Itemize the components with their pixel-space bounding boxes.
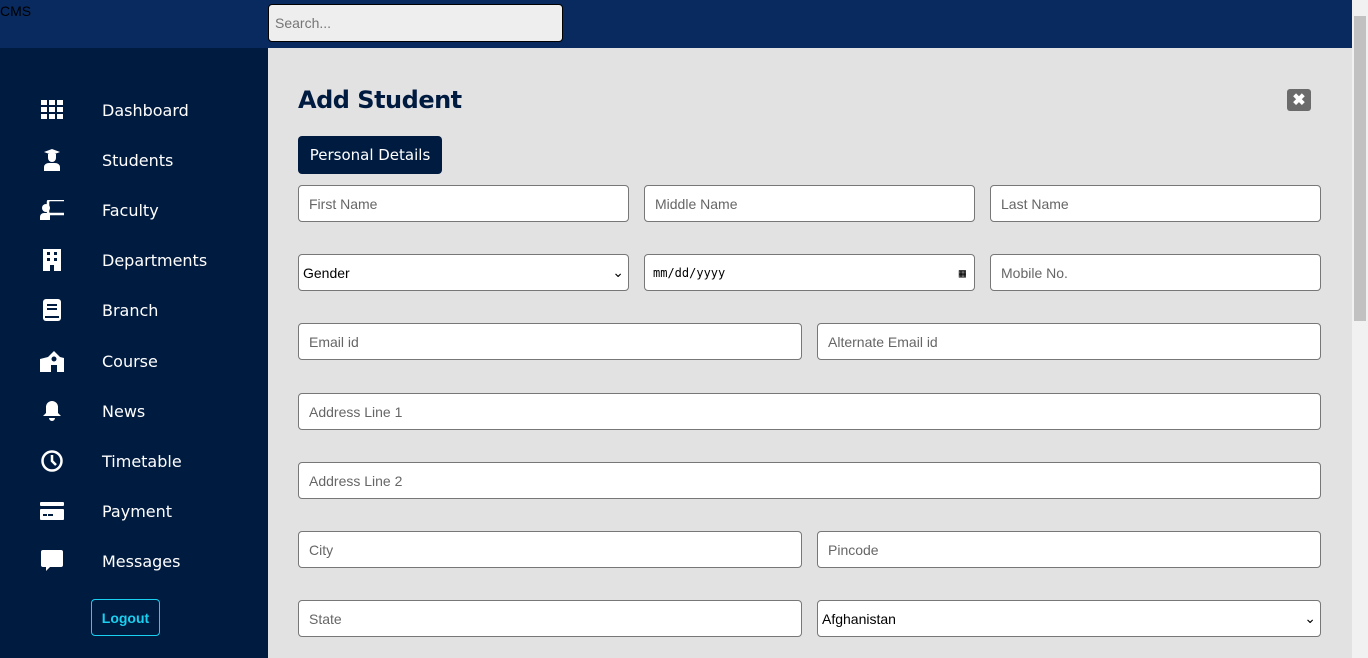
first-name-input[interactable]: First Name	[298, 185, 629, 222]
graduate-icon	[40, 148, 64, 172]
country-value: Afghanistan	[822, 610, 896, 627]
credit-card-icon	[40, 499, 64, 523]
alt-email-input[interactable]: Alternate Email id	[817, 323, 1321, 360]
bell-icon	[40, 399, 64, 423]
sidebar-item-students[interactable]: Students	[0, 140, 268, 180]
tab-personal-details[interactable]: Personal Details	[298, 136, 442, 174]
sidebar-item-label: Branch	[102, 300, 159, 320]
gender-select[interactable]: Gender ⌄	[298, 254, 629, 291]
teacher-icon	[40, 198, 64, 222]
sidebar-item-label: Departments	[102, 250, 208, 270]
sidebar-item-label: Messages	[102, 551, 181, 571]
chevron-down-icon: ⌄	[1304, 610, 1316, 626]
dob-value: mm/dd/yyyy	[653, 265, 726, 280]
sidebar-item-label: Students	[102, 150, 174, 170]
state-input[interactable]: State	[298, 600, 802, 637]
sidebar-item-label: Payment	[102, 501, 173, 521]
chevron-down-icon: ⌄	[612, 264, 624, 280]
pincode-input[interactable]: Pincode	[817, 531, 1321, 568]
search-input[interactable]	[268, 4, 563, 42]
sidebar-item-timetable[interactable]: Timetable	[0, 441, 268, 481]
sidebar-item-label: Timetable	[102, 451, 182, 471]
school-icon	[40, 349, 64, 373]
sidebar-item-label: Faculty	[102, 200, 159, 220]
logout-button[interactable]: Logout	[91, 599, 160, 636]
brand: CMS	[0, 3, 32, 19]
sidebar-item-departments[interactable]: Departments	[0, 240, 268, 280]
building-icon	[40, 248, 64, 272]
address-line-2-input[interactable]: Address Line 2	[298, 462, 1321, 499]
last-name-input[interactable]: Last Name	[990, 185, 1321, 222]
sidebar-item-label: Dashboard	[102, 100, 189, 120]
email-input[interactable]: Email id	[298, 323, 802, 360]
address-line-1-input[interactable]: Address Line 1	[298, 393, 1321, 430]
mobile-input[interactable]: Mobile No.	[990, 254, 1321, 291]
dob-input[interactable]: mm/dd/yyyy ▦	[644, 254, 975, 291]
scrollbar-thumb[interactable]	[1354, 16, 1366, 321]
book-icon	[40, 298, 64, 322]
city-input[interactable]: City	[298, 531, 802, 568]
close-button[interactable]: ✖	[1287, 89, 1311, 111]
gender-value: Gender	[303, 264, 350, 281]
sidebar-item-payment[interactable]: Payment	[0, 491, 268, 531]
sidebar-item-branch[interactable]: Branch	[0, 290, 268, 330]
sidebar-item-course[interactable]: Course	[0, 341, 268, 381]
sidebar: Dashboard Students Faculty Departments B…	[0, 48, 268, 658]
grid-icon	[40, 98, 64, 122]
sidebar-item-dashboard[interactable]: Dashboard	[0, 90, 268, 130]
sidebar-item-faculty[interactable]: Faculty	[0, 190, 268, 230]
page-title: Add Student	[298, 86, 462, 114]
sidebar-item-label: Course	[102, 351, 158, 371]
country-select[interactable]: Afghanistan ⌄	[817, 600, 1321, 637]
message-icon	[40, 549, 64, 573]
add-student-form: Add Student ✖ Personal Details First Nam…	[268, 48, 1352, 658]
sidebar-item-label: News	[102, 401, 146, 421]
clock-icon	[40, 449, 64, 473]
calendar-icon[interactable]: ▦	[959, 266, 966, 280]
sidebar-item-messages[interactable]: Messages	[0, 541, 268, 581]
top-bar: CMS	[0, 0, 1352, 48]
middle-name-input[interactable]: Middle Name	[644, 185, 975, 222]
sidebar-item-news[interactable]: News	[0, 391, 268, 431]
